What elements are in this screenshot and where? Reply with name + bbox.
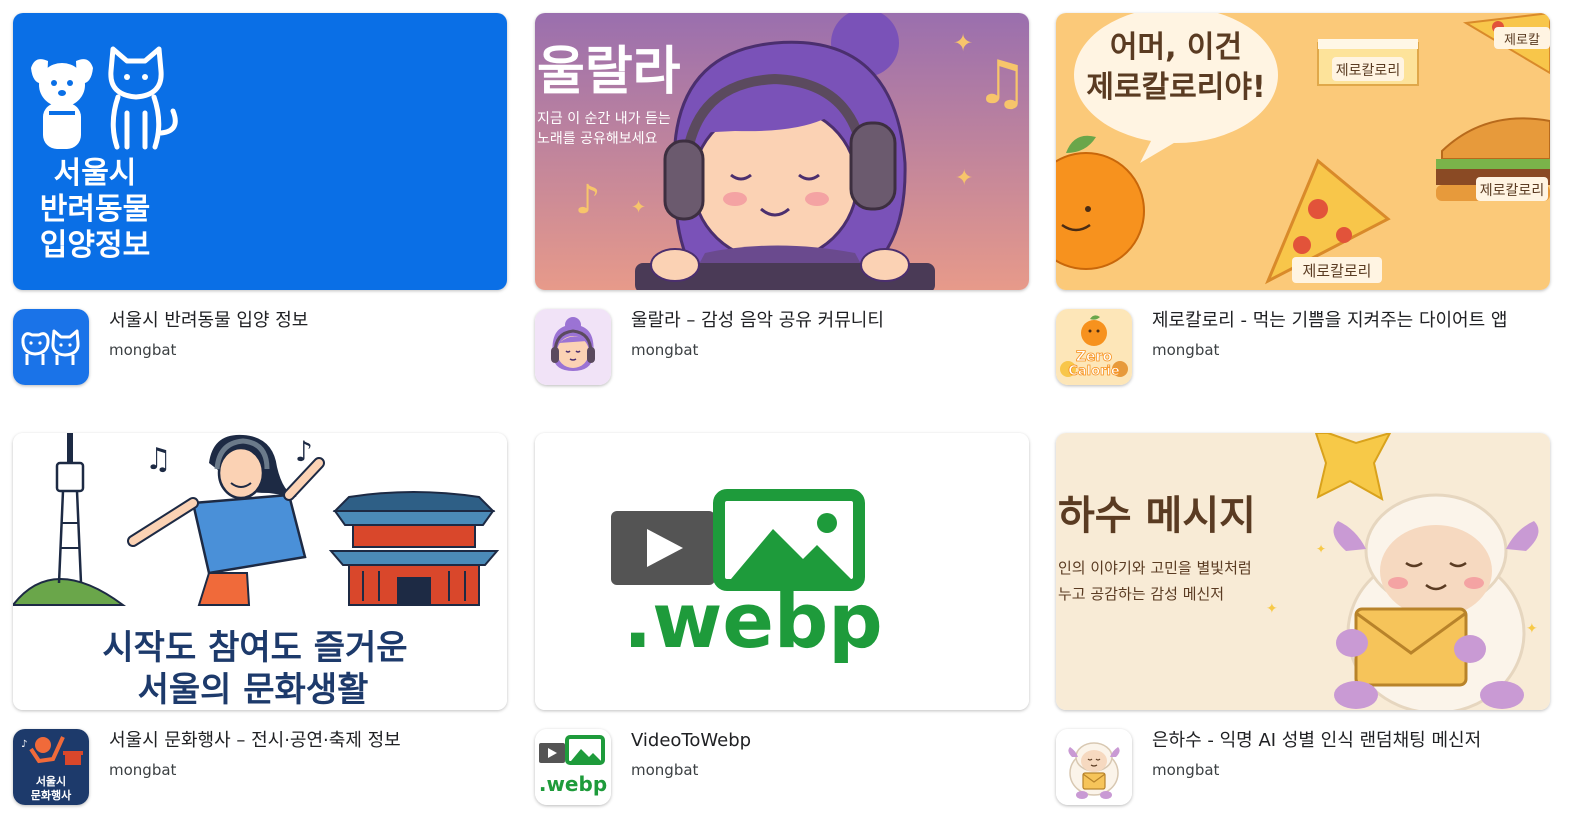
banner-webp-text: .webp <box>623 576 882 665</box>
app-title[interactable]: VideoToWebp <box>631 729 1031 753</box>
app-banner-zero-calorie[interactable]: 어머, 이건 제로칼로리야! 제로칼로리 제로칼 제로칼로리 제로칼로리 <box>1056 13 1550 290</box>
bubble-line-1: 어머, 이건 <box>1110 30 1242 65</box>
banner-line-2: 서울의 문화생활 <box>138 670 369 710</box>
banner-title: 하수 메시지 <box>1058 493 1256 539</box>
banner-line-1: 시작도 참여도 즐거운 <box>102 628 407 668</box>
banner-line-2: 반려동물 <box>40 192 150 227</box>
svg-text:✦: ✦ <box>1316 542 1326 556</box>
banner-sub-2: 누고 공감하는 감성 메신저 <box>1058 585 1224 603</box>
app-developer[interactable]: mongbat <box>1152 759 1219 781</box>
food-tag-4: 제로칼로리 <box>1302 262 1371 280</box>
app-developer[interactable]: mongbat <box>631 339 698 361</box>
svg-text:♪: ♪ <box>21 739 27 750</box>
app-icon-seoul-culture[interactable]: ♪ 서울시 문화행사 <box>13 729 89 805</box>
icon-line-1: 서울시 <box>36 774 66 788</box>
svg-text:✦: ✦ <box>1526 621 1538 637</box>
app-developer[interactable]: mongbat <box>109 759 176 781</box>
app-developer[interactable]: mongbat <box>109 339 176 361</box>
icon-webp-text: .webp <box>539 772 607 796</box>
banner-sub-1: 인의 이야기와 고민을 별빛처럼 <box>1058 559 1252 577</box>
app-title[interactable]: 울랄라 – 감성 음악 공유 커뮤니티 <box>631 309 1031 333</box>
app-icon-videotowebp[interactable]: .webp <box>535 729 611 805</box>
app-title[interactable]: 서울시 반려동물 입양 정보 <box>109 309 509 333</box>
banner-title: 울랄라 <box>537 42 681 102</box>
app-icon-ullala[interactable] <box>535 309 611 385</box>
app-title[interactable]: 서울시 문화행사 – 전시·공연·축제 정보 <box>109 729 509 753</box>
bubble-line-2: 제로칼로리야! <box>1086 70 1265 105</box>
svg-text:✦: ✦ <box>1266 601 1278 617</box>
banner-sub-1: 지금 이 순간 내가 듣는 <box>537 111 671 127</box>
banner-line-3: 입양정보 <box>40 228 150 263</box>
app-banner-seoul-culture[interactable]: ♫ ♪ 시작도 참여도 즐거운 서울의 문화생활 <box>13 433 507 710</box>
envelope-icon <box>1354 607 1468 687</box>
app-developer[interactable]: mongbat <box>1152 339 1219 361</box>
icon-line-1: Zero <box>1076 349 1113 365</box>
icon-line-2: 문화행사 <box>31 788 72 802</box>
app-icon-pet-adoption[interactable] <box>13 309 89 385</box>
food-tag-2: 제로칼 <box>1504 33 1540 48</box>
icon-line-2: Calorie <box>1068 364 1120 379</box>
svg-text:✦: ✦ <box>631 197 646 218</box>
svg-text:✦: ✦ <box>953 29 973 57</box>
music-note-icon: ♪ <box>575 177 601 223</box>
banner-line-1: 서울시 <box>54 156 137 191</box>
music-note-icon: ♫ <box>975 48 1029 118</box>
music-note-icon: ♪ <box>295 435 313 468</box>
svg-text:✦: ✦ <box>955 166 973 191</box>
app-developer[interactable]: mongbat <box>631 759 698 781</box>
app-icon-eunhasu[interactable] <box>1056 729 1132 805</box>
app-title[interactable]: 제로칼로리 - 먹는 기쁨을 지켜주는 다이어트 앱 <box>1152 309 1552 333</box>
food-tag-3: 제로칼로리 <box>1480 183 1544 199</box>
app-banner-pet-adoption[interactable]: 서울시 반려동물 입양정보 <box>13 13 507 290</box>
app-banner-eunhasu[interactable]: 하수 메시지 인의 이야기와 고민을 별빛처럼 누고 공감하는 감성 메신저 ✦… <box>1056 433 1550 710</box>
app-banner-ullala[interactable]: 울랄라 지금 이 순간 내가 듣는 노래를 공유해보세요 ♫ ♪ ✦ ✦ ✦ <box>535 13 1029 290</box>
app-title[interactable]: 은하수 - 익명 AI 성별 인식 랜덤채팅 메신저 <box>1152 729 1552 753</box>
app-icon-zero-calorie[interactable]: Zero Calorie <box>1056 309 1132 385</box>
app-banner-videotowebp[interactable]: .webp <box>535 433 1029 710</box>
food-tag-1: 제로칼로리 <box>1336 63 1400 79</box>
music-note-icon: ♫ <box>145 442 172 477</box>
banner-sub-2: 노래를 공유해보세요 <box>537 131 657 147</box>
